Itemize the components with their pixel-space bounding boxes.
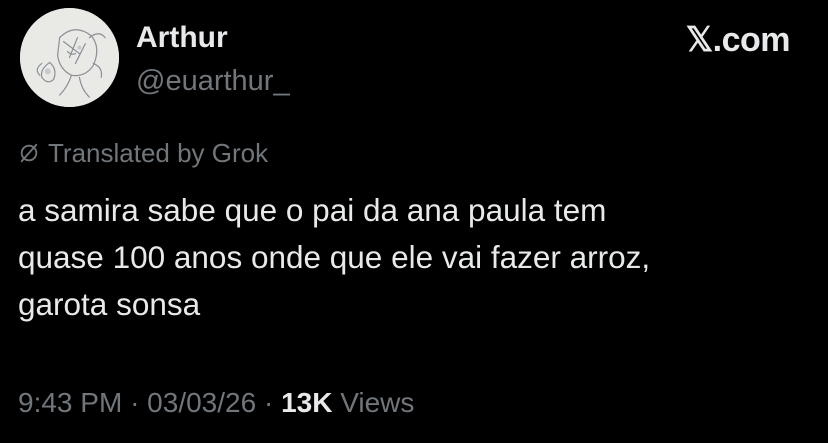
meta-separator: ·: [263, 387, 274, 418]
tweet-line: garota sonsa: [18, 286, 201, 322]
translated-by-grok: Translated by Grok: [18, 137, 268, 169]
tweet-meta: 9:43 PM · 03/03/26 · 13K Views: [18, 385, 414, 421]
display-name[interactable]: Arthur: [136, 20, 228, 56]
tweet-text: a samira sabe que o pai da ana paula tem…: [18, 187, 808, 328]
tweet-date[interactable]: 03/03/26: [147, 387, 256, 418]
user-handle[interactable]: @euarthur_: [136, 63, 290, 99]
meta-separator: ·: [130, 387, 140, 418]
tweet-line: a samira sabe que o pai da ana paula tem: [18, 192, 607, 228]
tweet-line: quase 100 anos onde que ele vai fazer ar…: [18, 239, 651, 275]
translated-label: Translated by Grok: [48, 138, 269, 168]
avatar-sketch-image: [20, 8, 119, 107]
views-count: 13K: [281, 387, 333, 418]
translate-slash-icon: [20, 143, 38, 163]
x-logo-brand: 𝕏.com: [685, 21, 791, 59]
views-label: Views: [340, 387, 415, 418]
avatar[interactable]: [20, 8, 119, 107]
tweet-time[interactable]: 9:43 PM: [18, 387, 122, 418]
